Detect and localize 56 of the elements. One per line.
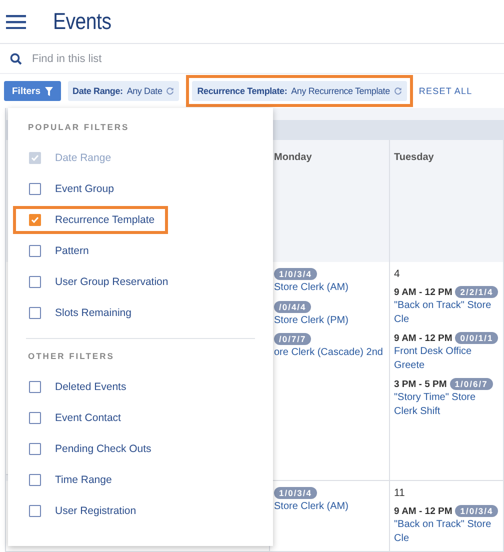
filter-option[interactable]: Time Range — [13, 466, 125, 494]
event-time: 9 AM - 12 PM — [394, 506, 452, 516]
event-link[interactable]: "Back on Track" Store Cle — [394, 518, 503, 545]
page-title: Events — [53, 8, 112, 35]
filter-chip[interactable]: Date Range: Any Date — [68, 81, 180, 101]
filter-option[interactable]: Event Contact — [13, 404, 134, 432]
slot-count-badge: 1/0/3/4 — [455, 505, 498, 517]
checkbox[interactable] — [29, 442, 41, 454]
section-heading: OTHER FILTERS — [27, 351, 116, 361]
checkbox[interactable] — [29, 380, 41, 392]
search-icon — [10, 52, 22, 64]
checkbox[interactable] — [29, 276, 41, 288]
filters-button[interactable]: Filters — [4, 81, 61, 101]
event-link[interactable]: ore Clerk (Cascade) 2nd — [274, 346, 389, 360]
filter-option[interactable]: User Registration — [13, 496, 150, 524]
reset-icon — [166, 87, 174, 95]
reset-icon — [394, 87, 402, 95]
slot-count-badge: /0/7/7 — [274, 333, 312, 345]
filter-option[interactable]: Pattern — [13, 236, 102, 264]
slot-count-badge: 0/0/1/1 — [455, 332, 498, 344]
filter-chip[interactable]: Recurrence Template: Any Recurrence Template — [192, 81, 407, 101]
event-link[interactable]: Store Clerk (PM) — [274, 314, 389, 327]
slot-count-badge: 1/0/3/4 — [274, 268, 317, 280]
event-time: 9 AM - 12 PM — [394, 332, 452, 344]
event-time: 3 PM - 5 PM — [394, 378, 447, 390]
menu-icon[interactable] — [6, 14, 26, 28]
filter-option[interactable]: User Group Reservation — [13, 268, 182, 296]
checkbox[interactable] — [29, 244, 41, 256]
weekday-header: Monday — [274, 152, 312, 163]
checkbox[interactable] — [29, 412, 41, 424]
checkbox[interactable] — [29, 182, 41, 194]
checkbox[interactable] — [29, 474, 41, 486]
event-link[interactable]: Front Desk Office Greete — [394, 345, 503, 372]
filter-option[interactable]: Event Group — [13, 174, 127, 202]
funnel-icon — [44, 86, 53, 96]
filter-option[interactable]: Pending Check Outs — [13, 434, 164, 462]
checkbox[interactable] — [29, 214, 41, 226]
filter-option-highlighted[interactable]: Recurrence Template — [13, 206, 168, 234]
reset-all-link[interactable]: RESET ALL — [416, 86, 474, 96]
filter-option[interactable]: Slots Remaining — [13, 298, 144, 326]
checkbox[interactable] — [29, 504, 41, 516]
slot-count-badge: 1/0/6/7 — [450, 378, 493, 390]
event-link[interactable]: Store Clerk (AM) — [274, 281, 389, 294]
slot-count-badge: 1/0/3/4 — [274, 487, 317, 499]
event-link[interactable]: "Story Time" Store Clerk Shift — [394, 391, 503, 418]
event-link[interactable]: Store Clerk (AM) — [274, 500, 389, 514]
slot-count-badge: /0/4/4 — [274, 300, 312, 312]
event-link[interactable]: "Back on Track" Store Cle — [394, 299, 503, 326]
slot-count-badge: 2/2/1/4 — [455, 286, 498, 298]
weekday-header: Tuesday — [394, 152, 434, 163]
day-number: 11 — [394, 487, 406, 499]
checkbox[interactable] — [29, 306, 41, 318]
event-time: 9 AM - 12 PM — [394, 286, 452, 298]
filter-option[interactable]: Deleted Events — [13, 372, 140, 400]
section-heading: POPULAR FILTERS — [27, 122, 130, 132]
day-number: 4 — [394, 268, 401, 280]
